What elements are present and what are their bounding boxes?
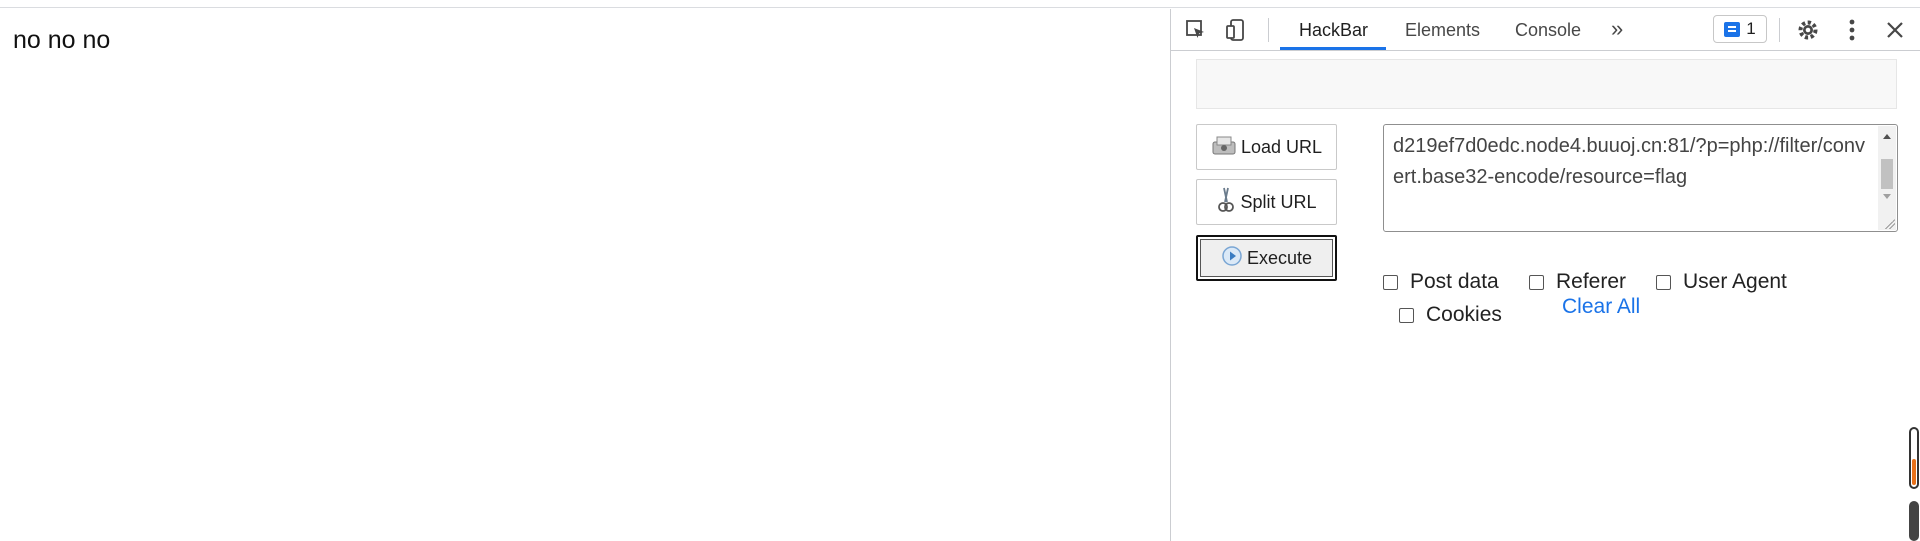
load-url-label: Load URL bbox=[1240, 136, 1323, 157]
referer-option[interactable]: Referer bbox=[1529, 270, 1626, 294]
close-icon[interactable] bbox=[1882, 17, 1908, 43]
post-data-label: Post data bbox=[1410, 270, 1499, 293]
play-icon bbox=[1221, 245, 1243, 272]
scroll-down-arrow-icon[interactable] bbox=[1883, 194, 1891, 199]
page-body-text: no no no bbox=[13, 26, 111, 54]
resize-grip-icon[interactable] bbox=[1885, 219, 1895, 229]
window-top-edge bbox=[0, 0, 1920, 8]
execute-button[interactable]: Execute bbox=[1196, 235, 1337, 281]
issues-badge[interactable]: 1 bbox=[1713, 15, 1767, 43]
cookies-checkbox[interactable] bbox=[1399, 307, 1414, 323]
cookies-label: Cookies bbox=[1426, 303, 1502, 326]
execute-label: Execute bbox=[1246, 247, 1313, 268]
clear-all-link[interactable]: Clear All bbox=[1562, 295, 1640, 319]
web-page-viewport: no no no bbox=[0, 9, 1170, 541]
panel-scroll-level bbox=[1912, 459, 1916, 485]
user-agent-checkbox[interactable] bbox=[1656, 274, 1671, 290]
post-data-option[interactable]: Post data bbox=[1383, 270, 1499, 294]
devtools-toolbar: HackBar Elements Console » 1 bbox=[1171, 9, 1920, 51]
user-agent-label: User Agent bbox=[1683, 270, 1787, 293]
split-url-button[interactable]: Split URL bbox=[1196, 179, 1337, 225]
devtools-panel: HackBar Elements Console » 1 Load URL Sp… bbox=[1170, 9, 1920, 541]
user-agent-option[interactable]: User Agent bbox=[1656, 270, 1787, 294]
tab-console[interactable]: Console bbox=[1513, 9, 1583, 50]
device-toolbar-icon[interactable] bbox=[1223, 17, 1249, 43]
inspect-element-icon[interactable] bbox=[1183, 17, 1209, 43]
load-url-button[interactable]: Load URL bbox=[1196, 124, 1337, 170]
more-vertical-icon[interactable] bbox=[1839, 17, 1865, 43]
url-textarea-scrollbar[interactable] bbox=[1878, 126, 1896, 230]
url-textarea-value[interactable]: d219ef7d0edc.node4.buuoj.cn:81/?p=php://… bbox=[1393, 131, 1873, 193]
referer-checkbox[interactable] bbox=[1529, 274, 1544, 290]
panel-scrollbar-thumb[interactable] bbox=[1909, 501, 1919, 541]
load-url-icon bbox=[1211, 134, 1237, 161]
toolbar-separator bbox=[1779, 18, 1780, 42]
scissors-icon bbox=[1216, 186, 1236, 219]
message-icon bbox=[1724, 21, 1741, 37]
post-data-checkbox[interactable] bbox=[1383, 274, 1398, 290]
gear-icon[interactable] bbox=[1795, 17, 1821, 43]
referer-label: Referer bbox=[1556, 270, 1627, 293]
scrollbar-thumb[interactable] bbox=[1881, 159, 1893, 189]
issues-count: 1 bbox=[1746, 19, 1756, 38]
tab-hackbar[interactable]: HackBar bbox=[1297, 9, 1370, 50]
scroll-up-arrow-icon[interactable] bbox=[1883, 134, 1891, 139]
more-tabs-button[interactable]: » bbox=[1611, 9, 1623, 51]
panel-scroll-indicator[interactable] bbox=[1909, 427, 1919, 489]
cookies-option[interactable]: Cookies bbox=[1399, 303, 1502, 327]
tab-elements[interactable]: Elements bbox=[1403, 9, 1482, 50]
split-url-label: Split URL bbox=[1240, 191, 1317, 212]
toolbar-separator bbox=[1268, 18, 1269, 42]
url-textarea[interactable]: d219ef7d0edc.node4.buuoj.cn:81/?p=php://… bbox=[1383, 124, 1898, 232]
hackbar-menu-bar bbox=[1196, 59, 1897, 109]
active-tab-indicator bbox=[1280, 47, 1386, 50]
